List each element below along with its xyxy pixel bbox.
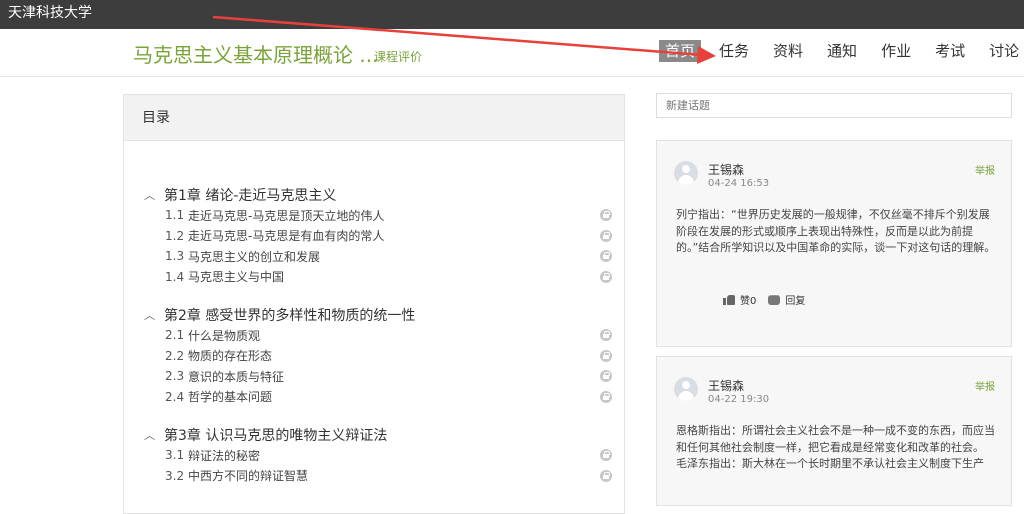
lesson-number: 1.1: [165, 208, 185, 223]
lesson-number: 1.2: [165, 228, 185, 243]
lesson-title: 物质的存在形态: [188, 349, 273, 364]
lock-icon: [600, 329, 612, 341]
reply-button[interactable]: 回复: [785, 292, 805, 307]
lesson-number: 1.3: [165, 249, 185, 264]
lock-icon: [600, 270, 612, 283]
chapter: ︿ 第2章 感受世界的多样性和物质的统一性 2.1 什么是物质观 2.2 物质的存在…: [124, 305, 624, 407]
chapter-title: 第2章 感受世界的多样性和物质的统一性: [164, 308, 416, 324]
lesson-item[interactable]: 1.4 马克思主义与中国: [124, 267, 624, 288]
course-evaluation-link[interactable]: 课程评价: [374, 48, 422, 65]
lesson-number: 3.2: [165, 468, 185, 483]
post-time: 04-24 16:53: [708, 178, 770, 189]
lesson-number: 3.1: [165, 448, 185, 463]
avatar[interactable]: [674, 161, 698, 185]
nav-discussion[interactable]: 讨论: [983, 40, 1024, 62]
report-link[interactable]: 举报: [975, 162, 995, 177]
discussion-post: 王锡森 04-22 19:30 举报 恩格斯指出：所谓社会主义社会不是一种一成不…: [656, 356, 1012, 506]
lock-icon: [600, 449, 612, 461]
lock-icon: [600, 390, 612, 403]
lesson-item[interactable]: 1.2 走近马克思-马克思是有血有肉的常人: [124, 226, 624, 247]
discussion-post: 王锡森 04-24 16:53 举报 列宁指出：“世界历史发展的一般规律，不仅丝…: [656, 140, 1012, 347]
lesson-item[interactable]: 2.4 哲学的基本问题: [124, 387, 624, 408]
lock-icon: [600, 209, 612, 221]
lesson-item[interactable]: 2.1 什么是物质观: [124, 325, 624, 346]
lesson-title: 什么是物质观: [188, 328, 261, 343]
lesson-number: 2.2: [165, 348, 185, 363]
post-time: 04-22 19:30: [708, 394, 770, 405]
lesson-item[interactable]: 1.1 走近马克思-马克思是顶天立地的伟人: [124, 205, 624, 226]
lock-icon: [600, 250, 612, 262]
lesson-title: 马克思主义的创立和发展: [188, 249, 321, 264]
lesson-title: 中西方不同的辩证智慧: [188, 469, 309, 484]
post-body: 恩格斯指出：所谓社会主义社会不是一种一成不变的东西，而应当和任何其他社会制度一样…: [676, 424, 995, 470]
lesson-title: 走近马克思-马克思是顶天立地的伟人: [188, 208, 385, 223]
course-header: 马克思主义基本原理概论 ... 课程评价 首页 任务 资料 通知 作业 考试 讨…: [0, 29, 1024, 77]
lesson-item[interactable]: 2.3 意识的本质与特征: [124, 366, 624, 387]
lesson-item[interactable]: 3.1 辩证法的秘密: [124, 445, 624, 466]
lesson-item[interactable]: 2.2 物质的存在形态: [124, 346, 624, 367]
lesson-item[interactable]: 1.3 马克思主义的创立和发展: [124, 246, 624, 267]
nav-homework[interactable]: 作业: [875, 40, 917, 62]
lesson-title: 走近马克思-马克思是有血有肉的常人: [188, 229, 385, 244]
post-body: 列宁指出：“世界历史发展的一般规律，不仅丝毫不排斥个别发展阶段在发展的形式或顺序…: [676, 208, 996, 254]
nav-tasks[interactable]: 任务: [713, 40, 755, 62]
school-name: 天津科技大学: [8, 5, 92, 21]
nav-materials[interactable]: 资料: [767, 40, 809, 62]
lesson-number: 2.1: [165, 328, 185, 343]
post-author[interactable]: 王锡森: [708, 377, 744, 394]
toc-title: 目录: [124, 95, 624, 141]
lesson-title: 哲学的基本问题: [188, 390, 273, 405]
chapter-list: ︿ 第1章 绪论-走近马克思主义 1.1 走近马克思-马克思是顶天立地的伟人 1.…: [124, 185, 624, 504]
chapter-title: 第3章 认识马克思的唯物主义辩证法: [164, 428, 388, 444]
chapter-header[interactable]: ︿ 第2章 感受世界的多样性和物质的统一性: [124, 305, 624, 325]
lesson-title: 辩证法的秘密: [188, 448, 261, 463]
post-actions: 赞0 回复: [723, 292, 805, 307]
post-author[interactable]: 王锡森: [708, 161, 744, 178]
chapter-title: 第1章 绪论-走近马克思主义: [164, 188, 337, 204]
lesson-number: 2.4: [165, 389, 185, 404]
chapter-header[interactable]: ︿ 第3章 认识马克思的唯物主义辩证法: [124, 425, 624, 445]
chevron-up-icon[interactable]: ︿: [144, 187, 164, 203]
nav-home[interactable]: 首页: [659, 40, 702, 62]
report-link[interactable]: 举报: [975, 378, 995, 393]
thumbs-up-icon[interactable]: [723, 294, 735, 305]
top-bar: 天津科技大学: [0, 0, 1024, 29]
lesson-title: 意识的本质与特征: [188, 369, 285, 384]
like-button[interactable]: 赞0: [740, 292, 756, 307]
chevron-up-icon[interactable]: ︿: [144, 307, 164, 323]
new-topic-input[interactable]: [656, 93, 1012, 118]
lesson-number: 2.3: [165, 369, 185, 384]
comment-icon[interactable]: [768, 292, 781, 305]
nav-notices[interactable]: 通知: [821, 40, 863, 62]
chevron-up-icon[interactable]: ︿: [144, 427, 164, 443]
course-title[interactable]: 马克思主义基本原理概论 ...: [133, 39, 378, 68]
chapter: ︿ 第3章 认识马克思的唯物主义辩证法 3.1 辩证法的秘密 3.2 中西方不同的辩…: [124, 425, 624, 486]
lock-icon: [600, 229, 612, 242]
lock-icon: [600, 349, 612, 362]
course-nav: 首页 任务 资料 通知 作业 考试 讨论: [659, 40, 1024, 66]
table-of-contents: 目录 ︿ 第1章 绪论-走近马克思主义 1.1 走近马克思-马克思是顶天立地的伟人…: [123, 94, 625, 514]
lesson-title: 马克思主义与中国: [188, 270, 285, 285]
lock-icon: [600, 469, 612, 482]
chapter-header[interactable]: ︿ 第1章 绪论-走近马克思主义: [124, 185, 624, 205]
avatar[interactable]: [674, 377, 698, 401]
chapter: ︿ 第1章 绪论-走近马克思主义 1.1 走近马克思-马克思是顶天立地的伟人 1.…: [124, 185, 624, 287]
lesson-number: 1.4: [165, 269, 185, 284]
nav-exams[interactable]: 考试: [929, 40, 971, 62]
lock-icon: [600, 370, 612, 382]
lesson-item[interactable]: 3.2 中西方不同的辩证智慧: [124, 466, 624, 487]
